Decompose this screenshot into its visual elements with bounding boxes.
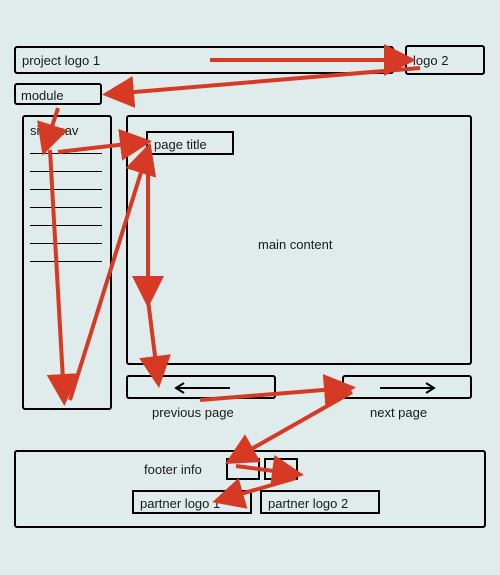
main-content-label: main content [258,237,332,252]
module-label: module [21,88,64,103]
footer: footer info partner logo 1 partner logo … [14,450,486,528]
side-nav-item[interactable] [30,261,102,262]
partner-logo-2[interactable]: partner logo 2 [260,490,380,514]
next-page-label: next page [370,405,427,420]
previous-page-label: previous page [152,405,234,420]
logo-2[interactable]: logo 2 [405,45,485,75]
partner-logo-1-label: partner logo 1 [140,496,220,511]
side-nav-item[interactable] [30,153,102,154]
side-nav-item[interactable] [30,207,102,208]
page-title-box: page title [146,131,234,155]
main-content-area: page title main content [126,115,472,365]
footer-info-box-2 [264,458,298,480]
side-nav-item[interactable] [30,243,102,244]
partner-logo-2-label: partner logo 2 [268,496,348,511]
logo-2-label: logo 2 [413,53,448,68]
side-nav: side nav [22,115,112,410]
arrow-right-icon [378,381,438,395]
next-page-button[interactable] [342,375,472,399]
project-logo-1[interactable]: project logo 1 [14,46,394,74]
module-bar[interactable]: module [14,83,102,105]
side-nav-title: side nav [30,123,78,138]
partner-logo-1[interactable]: partner logo 1 [132,490,252,514]
side-nav-item[interactable] [30,189,102,190]
footer-info-box-1 [226,458,260,480]
arrow-left-icon [172,381,232,395]
side-nav-item[interactable] [30,225,102,226]
footer-info-label: footer info [144,462,202,477]
page-title-label: page title [154,137,207,152]
project-logo-1-label: project logo 1 [22,53,100,68]
previous-page-button[interactable] [126,375,276,399]
side-nav-item[interactable] [30,171,102,172]
